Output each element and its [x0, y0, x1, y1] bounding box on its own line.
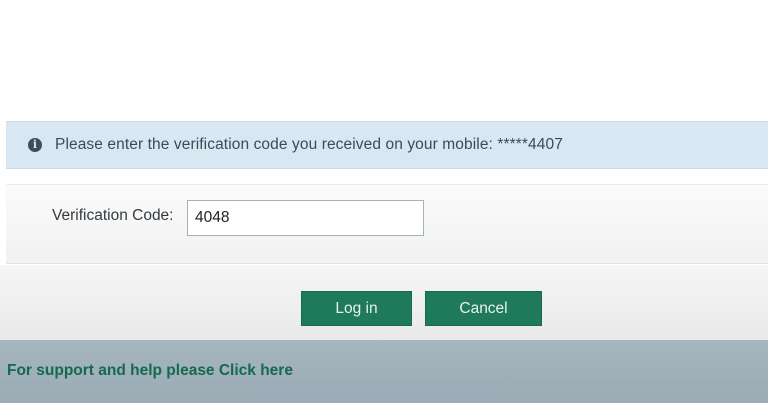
page-header-space: [0, 0, 768, 120]
info-banner-text: Please enter the verification code you r…: [55, 136, 563, 153]
info-banner: i Please enter the verification code you…: [6, 121, 768, 169]
cancel-button[interactable]: Cancel: [425, 291, 542, 326]
info-circle-icon: i: [28, 138, 42, 152]
button-bar: Log in Cancel: [0, 265, 768, 340]
verification-form: Verification Code:: [6, 184, 768, 264]
footer: For support and help please Click here: [0, 340, 768, 403]
verification-code-label: Verification Code:: [52, 207, 174, 224]
support-help-link[interactable]: For support and help please Click here: [7, 362, 293, 380]
verification-code-input[interactable]: [187, 200, 424, 236]
login-button[interactable]: Log in: [301, 291, 412, 326]
